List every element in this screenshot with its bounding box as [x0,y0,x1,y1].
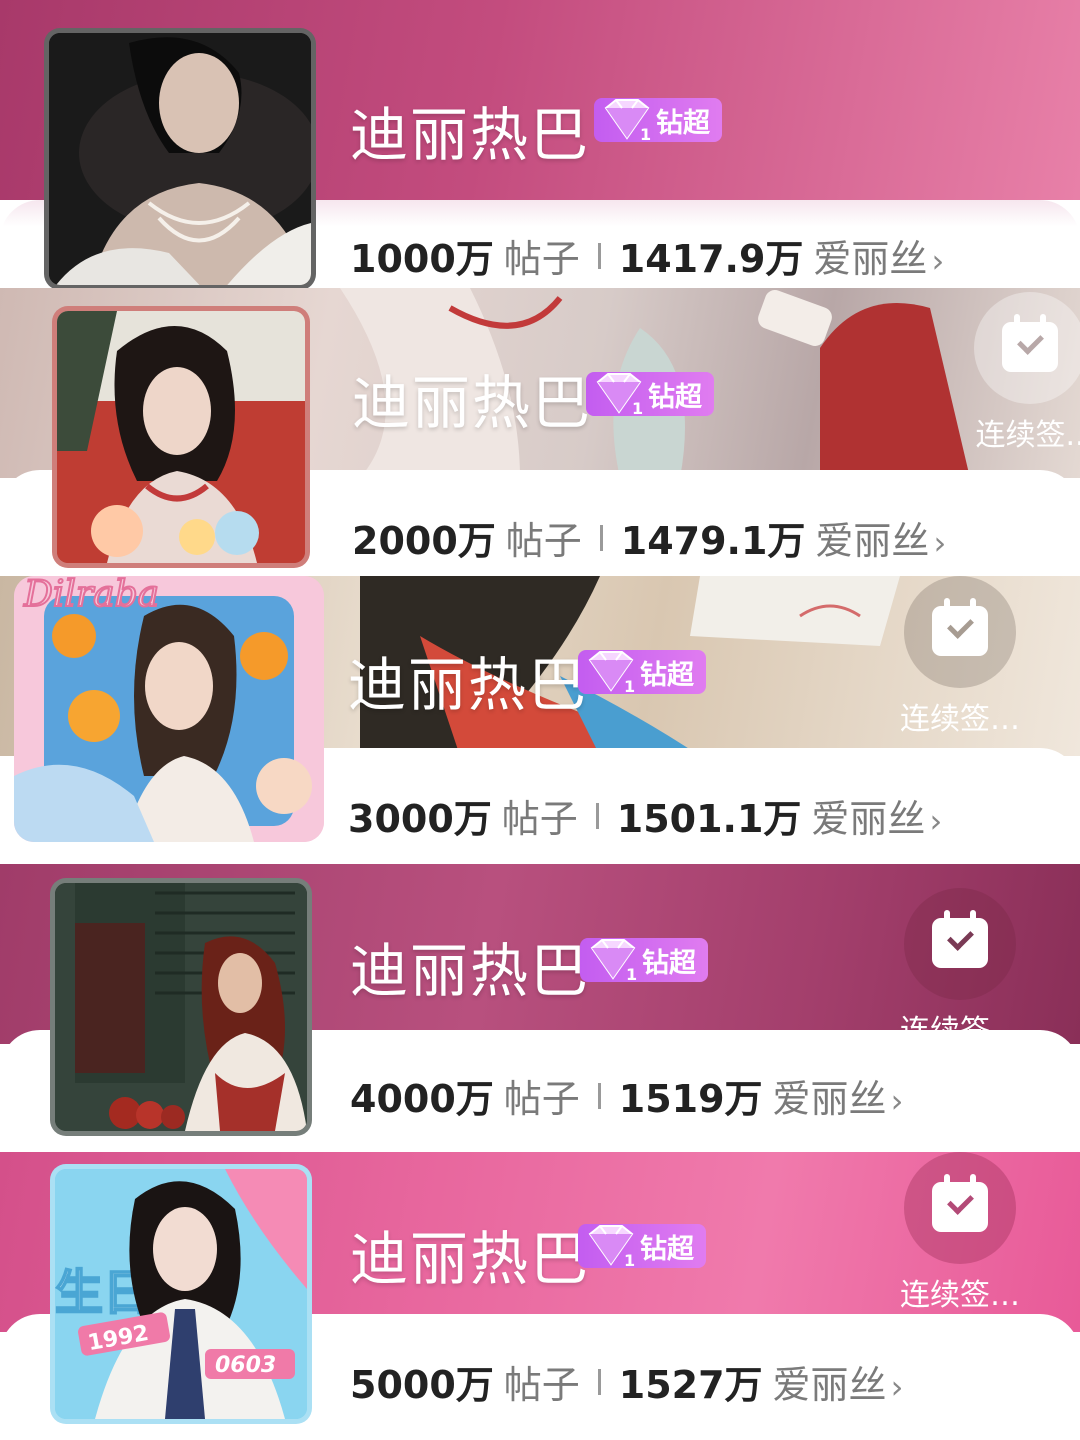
post-label: 帖子 [503,237,580,281]
checkin-label: 连续签… [900,1014,1020,1049]
checkin-button[interactable]: 连续签… [898,1152,1022,1314]
fan-label: 爱丽丝 [815,519,930,563]
post-count: 2000万 [352,519,496,563]
stats-row[interactable]: 5000万 帖子 1527万 爱丽丝 › [350,1354,903,1409]
post-label: 帖子 [501,797,578,841]
calendar-check-icon [932,910,988,968]
badge-label: 钻超 [642,947,696,979]
checkin-circle [974,292,1080,404]
chevron-right-icon: › [929,802,943,840]
post-label: 帖子 [503,1363,580,1407]
forum-name: 迪丽热巴 [348,651,589,719]
super-badge: 钻超 [578,1224,706,1268]
forum-name: 迪丽热巴 [350,937,591,1005]
avatar[interactable] [50,878,312,1136]
chevron-right-icon: › [931,242,945,280]
avatar[interactable] [44,28,316,288]
fan-count: 1501.1万 [616,797,802,841]
post-count: 5000万 [350,1363,494,1407]
stats-row[interactable]: 1000万 帖子 1417.9万 爱丽丝 › [350,228,944,283]
fan-count: 1527万 [618,1363,763,1407]
post-count: 1000万 [350,237,494,281]
checkin-circle [904,888,1016,1000]
divider [597,242,601,269]
fan-count: 1417.9万 [618,237,804,281]
fan-label: 爱丽丝 [811,797,926,841]
fan-count: 1519万 [618,1077,763,1121]
checkin-label: 连续签.. [975,418,1080,453]
calendar-check-icon [932,1174,988,1232]
forum-card-3[interactable]: Dilraba 迪丽热巴 钻超 连续签… 3000万 帖子 1501.1万 爱丽… [0,576,1080,864]
avatar-lettering: Dilraba [23,576,159,615]
checkin-button[interactable]: 连续签… [898,576,1022,738]
stats-row[interactable]: 3000万 帖子 1501.1万 爱丽丝 › [348,788,942,843]
diamond-icon [584,1224,638,1268]
forum-name: 迪丽热巴 [352,369,593,437]
post-label: 帖子 [505,519,582,563]
fan-count: 1479.1万 [620,519,806,563]
divider [599,524,603,551]
super-badge: 钻超 [580,938,708,982]
super-badge: 钻超 [594,98,722,142]
chevron-right-icon: › [890,1082,904,1120]
forum-card-1[interactable]: 迪丽热巴 钻超 1000万 帖子 1417.9万 爱丽丝 › [0,0,1080,288]
super-badge: 钻超 [586,372,714,416]
chevron-right-icon: › [890,1368,904,1406]
forum-card-5[interactable]: 生日 1992 0603 迪丽热巴 钻超 连续签… 5000万 帖子 1527万… [0,1152,1080,1440]
divider [595,802,599,829]
checkin-label: 连续签… [900,1278,1020,1313]
diamond-icon [592,372,646,416]
avatar[interactable]: Dilraba [14,576,324,842]
forum-name: 迪丽热巴 [350,101,591,169]
post-label: 帖子 [503,1077,580,1121]
calendar-check-icon [1002,314,1058,372]
badge-label: 钻超 [648,381,702,413]
checkin-circle [904,1152,1016,1264]
diamond-icon [600,98,654,142]
fan-label: 爱丽丝 [772,1363,887,1407]
avatar[interactable]: 生日 1992 0603 [50,1164,312,1424]
divider [597,1368,601,1395]
post-count: 4000万 [350,1077,494,1121]
diamond-icon [586,938,640,982]
stats-row[interactable]: 4000万 帖子 1519万 爱丽丝 › [350,1068,903,1123]
checkin-circle [904,576,1016,688]
divider [597,1082,601,1109]
checkin-button[interactable]: 连续签.. [968,292,1080,454]
badge-label: 钻超 [656,107,710,139]
fan-label: 爱丽丝 [813,237,928,281]
fan-label: 爱丽丝 [772,1077,887,1121]
avatar-lettering: 0603 [215,1353,276,1378]
post-count: 3000万 [348,797,492,841]
super-badge: 钻超 [578,650,706,694]
avatar[interactable] [52,306,310,568]
badge-label: 钻超 [640,1233,694,1265]
diamond-icon [584,650,638,694]
checkin-button[interactable]: 连续签… [898,888,1022,1050]
forum-card-2[interactable]: 迪丽热巴 钻超 连续签.. 2000万 帖子 1479.1万 爱丽丝 › [0,288,1080,576]
stats-row[interactable]: 2000万 帖子 1479.1万 爱丽丝 › [352,510,946,565]
forum-card-4[interactable]: 迪丽热巴 钻超 连续签… 4000万 帖子 1519万 爱丽丝 › [0,864,1080,1152]
badge-label: 钻超 [640,659,694,691]
chevron-right-icon: › [933,524,947,562]
forum-name: 迪丽热巴 [350,1225,591,1293]
calendar-check-icon [932,598,988,656]
checkin-label: 连续签… [900,702,1020,737]
